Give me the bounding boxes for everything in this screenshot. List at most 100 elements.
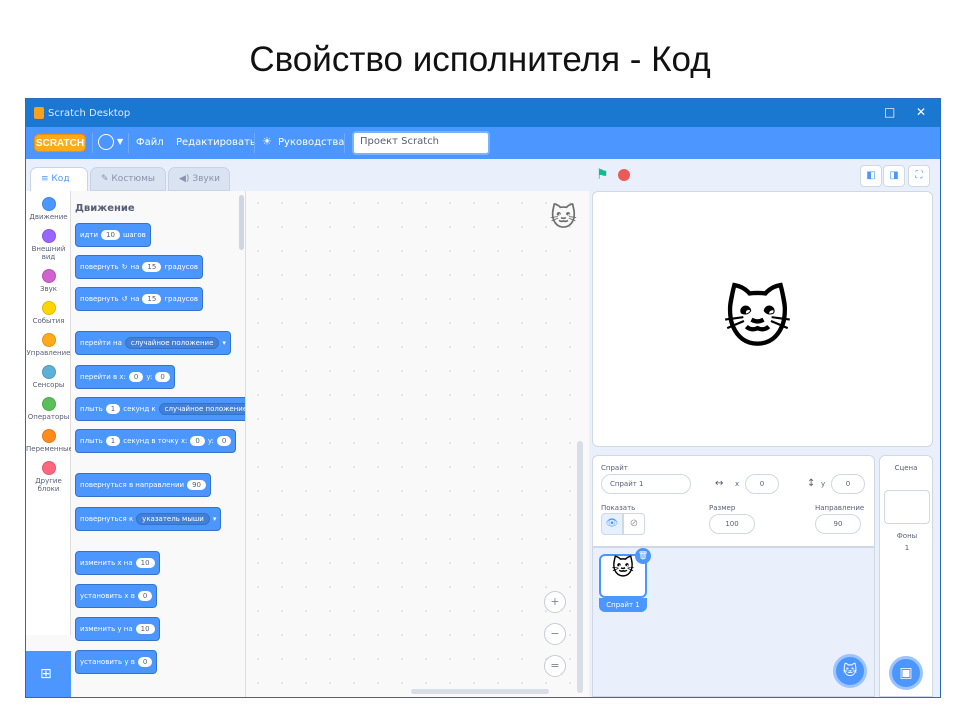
category-variables[interactable]: Переменные: [26, 429, 73, 453]
block-input[interactable]: 1: [105, 404, 121, 414]
tab-sounds[interactable]: ◀) Звуки: [168, 167, 230, 191]
y-input[interactable]: 0: [831, 474, 865, 494]
block-input[interactable]: 15: [142, 294, 162, 304]
tab-costumes-label: Костюмы: [111, 174, 155, 184]
scratch-window: Scratch Desktop □ ✕ SCRATCH ▼ Файл Редак…: [25, 98, 941, 698]
scratch-logo[interactable]: SCRATCH: [34, 134, 86, 152]
block-input[interactable]: 0: [137, 657, 153, 667]
block-dropdown[interactable]: случайное положение: [158, 403, 245, 415]
category-sound[interactable]: Звук: [26, 269, 71, 293]
stage-selector-panel[interactable]: Сцена Фоны 1 ▣: [879, 455, 933, 697]
menu-edit[interactable]: Редактировать: [176, 137, 256, 148]
block-input[interactable]: 0: [128, 372, 144, 382]
direction-input[interactable]: 90: [815, 514, 861, 534]
category-label: События: [32, 317, 65, 325]
block-input[interactable]: 0: [155, 372, 170, 382]
category-label: Операторы: [27, 413, 70, 421]
block-change-x[interactable]: изменить x на 10: [75, 551, 160, 575]
block-turn-left[interactable]: повернуть ↺ на 15 градусов: [75, 287, 203, 311]
block-input[interactable]: 0: [190, 436, 205, 446]
block-text: секунд в точку x:: [123, 437, 188, 445]
script-horizontal-scrollbar[interactable]: [411, 689, 549, 694]
category-looks[interactable]: Внешний вид: [26, 229, 71, 261]
tab-code[interactable]: ≡ Код: [30, 167, 88, 191]
menu-separator: [92, 133, 93, 153]
block-input[interactable]: 10: [135, 624, 155, 634]
stage-canvas[interactable]: 🐱: [592, 191, 933, 447]
tab-costumes[interactable]: ✎ Костюмы: [90, 167, 166, 191]
show-hidden-button[interactable]: ⊘: [623, 513, 645, 535]
zoom-out-button[interactable]: −: [544, 623, 566, 645]
category-dot: [41, 301, 56, 315]
block-dropdown[interactable]: случайное положение: [124, 337, 220, 349]
script-area[interactable]: 🐱 + − =: [246, 191, 589, 697]
small-stage-button[interactable]: ◧: [860, 165, 882, 187]
block-input[interactable]: 10: [101, 230, 120, 240]
block-point-direction[interactable]: повернуться в направлении 90: [75, 473, 211, 497]
block-glide[interactable]: плыть 1 секунд к случайное положение: [75, 397, 245, 421]
category-events[interactable]: События: [26, 301, 71, 325]
x-input[interactable]: 0: [745, 474, 779, 494]
show-visible-button[interactable]: 👁: [601, 513, 623, 535]
block-input[interactable]: 15: [142, 262, 162, 272]
fullscreen-button[interactable]: ⛶: [908, 165, 930, 187]
stop-button[interactable]: [618, 169, 630, 181]
category-label: Внешний вид: [31, 245, 66, 261]
maximize-button[interactable]: □: [884, 105, 895, 119]
category-motion[interactable]: Движение: [26, 197, 71, 221]
zoom-reset-button[interactable]: =: [544, 655, 566, 677]
block-move-steps[interactable]: идти 10 шагов: [75, 223, 151, 247]
menu-tutorials[interactable]: Руководства: [278, 137, 344, 148]
speaker-icon: ◀): [179, 174, 190, 184]
category-operators[interactable]: Операторы: [26, 397, 71, 421]
block-input[interactable]: 90: [187, 480, 206, 490]
block-text: повернуть: [80, 295, 119, 303]
backdrop-thumbnail[interactable]: [884, 490, 930, 524]
x-label: x: [735, 480, 740, 488]
block-text: на: [130, 295, 140, 303]
block-goto[interactable]: перейти на случайное положение ▾: [75, 331, 231, 355]
cat-sprite-icon: 🐱: [549, 203, 577, 233]
add-backdrop-button[interactable]: ▣: [889, 656, 923, 690]
block-glide-xy[interactable]: плыть 1 секунд в точку x: 0 y: 0: [75, 429, 237, 453]
block-input[interactable]: 0: [216, 436, 232, 446]
sprite-name-input[interactable]: Спрайт 1: [601, 474, 691, 494]
block-set-x[interactable]: установить x в 0: [75, 584, 158, 608]
category-control[interactable]: Управление: [26, 333, 71, 357]
script-vertical-scrollbar[interactable]: [577, 441, 583, 693]
block-input[interactable]: 10: [135, 558, 155, 568]
block-point-towards[interactable]: повернуться к указатель мыши ▾: [75, 507, 222, 531]
code-icon: ≡: [41, 174, 49, 184]
size-input[interactable]: 100: [709, 514, 755, 534]
block-text: градусов: [164, 263, 198, 271]
palette-scrollbar[interactable]: [239, 195, 244, 250]
project-title-input[interactable]: Проект Scratch: [352, 131, 490, 155]
large-stage-button[interactable]: ◨: [883, 165, 905, 187]
cat-sprite[interactable]: 🐱: [723, 280, 792, 357]
block-input[interactable]: 1: [105, 436, 121, 446]
block-turn-right[interactable]: повернуть ↻ на 15 градусов: [75, 255, 203, 279]
add-extension-button[interactable]: ⊞: [26, 651, 71, 697]
chevron-down-icon: ▼: [117, 137, 124, 146]
block-text: изменить y на: [80, 625, 133, 633]
add-sprite-button[interactable]: 🐱: [833, 654, 867, 688]
block-text: плыть: [80, 437, 103, 445]
menu-file[interactable]: Файл: [136, 137, 164, 148]
category-dot: [41, 461, 56, 475]
category-my-blocks[interactable]: Другие блоки: [26, 461, 71, 493]
category-sensing[interactable]: Сенсоры: [26, 365, 71, 389]
block-change-y[interactable]: изменить y на 10: [75, 617, 160, 641]
category-label: Звук: [40, 285, 57, 293]
block-text: y:: [146, 373, 153, 381]
trash-icon[interactable]: 🗑: [635, 548, 651, 564]
zoom-in-button[interactable]: +: [544, 591, 566, 613]
green-flag-icon[interactable]: ⚑: [596, 167, 609, 183]
category-label: Управление: [26, 349, 71, 357]
block-goto-xy[interactable]: перейти в x: 0 y: 0: [75, 365, 175, 389]
block-text: градусов: [164, 295, 198, 303]
close-button[interactable]: ✕: [916, 105, 926, 119]
block-dropdown[interactable]: указатель мыши: [136, 513, 210, 525]
block-input[interactable]: 0: [137, 591, 153, 601]
block-set-y[interactable]: установить y в 0: [75, 650, 158, 674]
globe-icon[interactable]: [98, 134, 114, 150]
